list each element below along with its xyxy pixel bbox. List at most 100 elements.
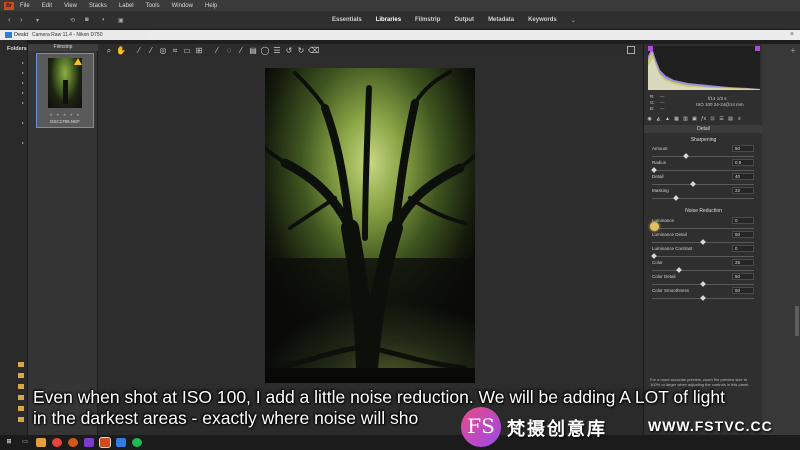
- amount-slider-track[interactable]: [652, 156, 754, 157]
- luminance-contrast-value-field[interactable]: 0: [732, 245, 754, 252]
- spot-removal-icon[interactable]: ⁄: [212, 46, 222, 56]
- menu-view[interactable]: View: [64, 3, 77, 9]
- folder-expand-icon[interactable]: ▸: [22, 80, 26, 85]
- masking-slider-track[interactable]: [652, 198, 754, 199]
- color-detail-value-field[interactable]: 50: [732, 273, 754, 280]
- workspace-libraries[interactable]: Libraries: [376, 17, 401, 24]
- targeted-adjustment-icon[interactable]: ◎: [158, 46, 168, 56]
- folder-expand-icon[interactable]: ▸: [22, 60, 26, 65]
- white-balance-icon[interactable]: ⁄: [134, 46, 144, 56]
- hsl-tab-icon[interactable]: ▦: [673, 116, 680, 122]
- add-icon[interactable]: ＋: [790, 46, 798, 55]
- folder-icon[interactable]: [18, 406, 24, 411]
- color-smoothness-slider-thumb[interactable]: [700, 295, 706, 301]
- zoom-icon[interactable]: ⌕: [104, 46, 114, 56]
- luminance-detail-value-field[interactable]: 50: [732, 231, 754, 238]
- detail-tab-icon[interactable]: ▲: [664, 116, 671, 122]
- preferences-icon[interactable]: ☰: [272, 46, 282, 56]
- folder-icon[interactable]: [18, 417, 24, 422]
- trash-icon[interactable]: ⌫: [308, 46, 319, 56]
- calibration-tab-icon[interactable]: ⊡: [709, 116, 716, 122]
- rotate-left-icon[interactable]: ↺: [284, 46, 294, 56]
- rotate-right-icon[interactable]: ↻: [296, 46, 306, 56]
- lens-tab-icon[interactable]: ▣: [691, 116, 698, 122]
- chrome-icon[interactable]: [52, 438, 62, 447]
- fullscreen-icon[interactable]: [627, 46, 635, 54]
- firefox-icon[interactable]: [68, 438, 78, 447]
- file-explorer-icon[interactable]: [36, 438, 46, 447]
- workspace-essentials[interactable]: Essentials: [332, 17, 362, 24]
- crop-icon[interactable]: ⌗: [170, 46, 180, 56]
- tone-curve-tab-icon[interactable]: ◭: [655, 116, 662, 122]
- highlight-clipping-icon[interactable]: [755, 46, 760, 51]
- task-view-icon[interactable]: ▭: [20, 438, 30, 447]
- split-toning-tab-icon[interactable]: ▥: [682, 116, 689, 122]
- folder-icon[interactable]: [18, 395, 24, 400]
- folder-expand-icon[interactable]: ▸: [22, 120, 26, 125]
- panel-menu-icon[interactable]: ≡: [736, 116, 743, 122]
- red-eye-icon[interactable]: ◌: [224, 46, 234, 56]
- effects-tab-icon[interactable]: ƒx: [700, 116, 707, 122]
- open-recent-icon[interactable]: ▣: [118, 17, 124, 24]
- color-value-field[interactable]: 25: [732, 259, 754, 266]
- graduated-filter-icon[interactable]: ▤: [248, 46, 258, 56]
- snapshots-tab-icon[interactable]: ▤: [727, 116, 734, 122]
- image-preview[interactable]: [98, 58, 643, 388]
- color-smoothness-value-field[interactable]: 50: [732, 287, 754, 294]
- photoshop-icon[interactable]: [116, 438, 126, 447]
- menu-window[interactable]: Window: [172, 3, 193, 9]
- back-icon[interactable]: ‹: [8, 15, 11, 24]
- folder-expand-icon[interactable]: ▸: [22, 100, 26, 105]
- forward-icon[interactable]: ›: [20, 15, 23, 24]
- close-icon[interactable]: ×: [790, 31, 794, 38]
- folder-expand-icon[interactable]: ▸: [22, 90, 26, 95]
- masking-slider-thumb[interactable]: [672, 195, 679, 201]
- boomerang-icon[interactable]: ⟲: [70, 17, 75, 24]
- straighten-icon[interactable]: ▭: [182, 46, 192, 56]
- workspace-keywords[interactable]: Keywords: [528, 17, 557, 24]
- workspace-filmstrip[interactable]: Filmstrip: [415, 17, 440, 24]
- adjustment-brush-icon[interactable]: ⁄: [236, 46, 246, 56]
- luminance-detail-slider-thumb[interactable]: [700, 239, 706, 245]
- luminance-slider-track[interactable]: [652, 228, 754, 229]
- history-icon[interactable]: ▾: [36, 17, 39, 24]
- shadow-clipping-icon[interactable]: [648, 46, 653, 51]
- radial-filter-icon[interactable]: ◯: [260, 46, 270, 56]
- menu-label[interactable]: Label: [119, 3, 134, 9]
- menu-file[interactable]: File: [20, 3, 30, 9]
- menu-help[interactable]: Help: [205, 3, 217, 9]
- folder-icon[interactable]: [18, 362, 24, 367]
- transform-icon[interactable]: ⊞: [194, 46, 204, 56]
- windows-start-icon[interactable]: ⊞: [4, 438, 14, 447]
- menu-edit[interactable]: Edit: [42, 3, 52, 9]
- luminance-value-field[interactable]: 0: [732, 217, 754, 224]
- workspace-more-icon[interactable]: ⌄: [571, 17, 576, 24]
- hand-icon[interactable]: ✋: [116, 46, 126, 56]
- camera-icon[interactable]: ◙: [85, 17, 89, 23]
- menu-tools[interactable]: Tools: [146, 3, 160, 9]
- radius-slider-track[interactable]: [652, 170, 754, 171]
- folder-expand-icon[interactable]: ▸: [22, 70, 26, 75]
- workspace-metadata[interactable]: Metadata: [488, 17, 514, 24]
- premiere-icon[interactable]: [84, 438, 94, 447]
- basic-tab-icon[interactable]: ◉: [646, 116, 653, 122]
- masking-value-field[interactable]: 22: [732, 187, 754, 194]
- workspace-output[interactable]: Output: [454, 17, 474, 24]
- rating-stars[interactable]: ★ ★ ★ ★ ★: [37, 112, 93, 117]
- luminance-contrast-slider-thumb[interactable]: [651, 253, 657, 259]
- bridge-app-icon[interactable]: [99, 437, 111, 448]
- radius-value-field[interactable]: 0.5: [732, 159, 754, 166]
- spotify-icon[interactable]: [132, 438, 142, 447]
- color-sampler-icon[interactable]: ⁄: [146, 46, 156, 56]
- scrollbar-thumb[interactable]: [795, 306, 799, 336]
- color-slider-track[interactable]: [652, 270, 754, 271]
- amount-value-field[interactable]: 50: [732, 145, 754, 152]
- folder-icon[interactable]: [18, 373, 24, 378]
- refine-icon[interactable]: ◐: [102, 17, 106, 23]
- menu-stacks[interactable]: Stacks: [89, 3, 107, 9]
- amount-slider-thumb[interactable]: [683, 153, 690, 159]
- detail-slider-track[interactable]: [652, 184, 754, 185]
- color-detail-slider-thumb[interactable]: [700, 281, 706, 287]
- presets-tab-icon[interactable]: ☰: [718, 116, 725, 122]
- filmstrip-thumbnail[interactable]: ★ ★ ★ ★ ★ DSC1785.NEF: [36, 53, 94, 128]
